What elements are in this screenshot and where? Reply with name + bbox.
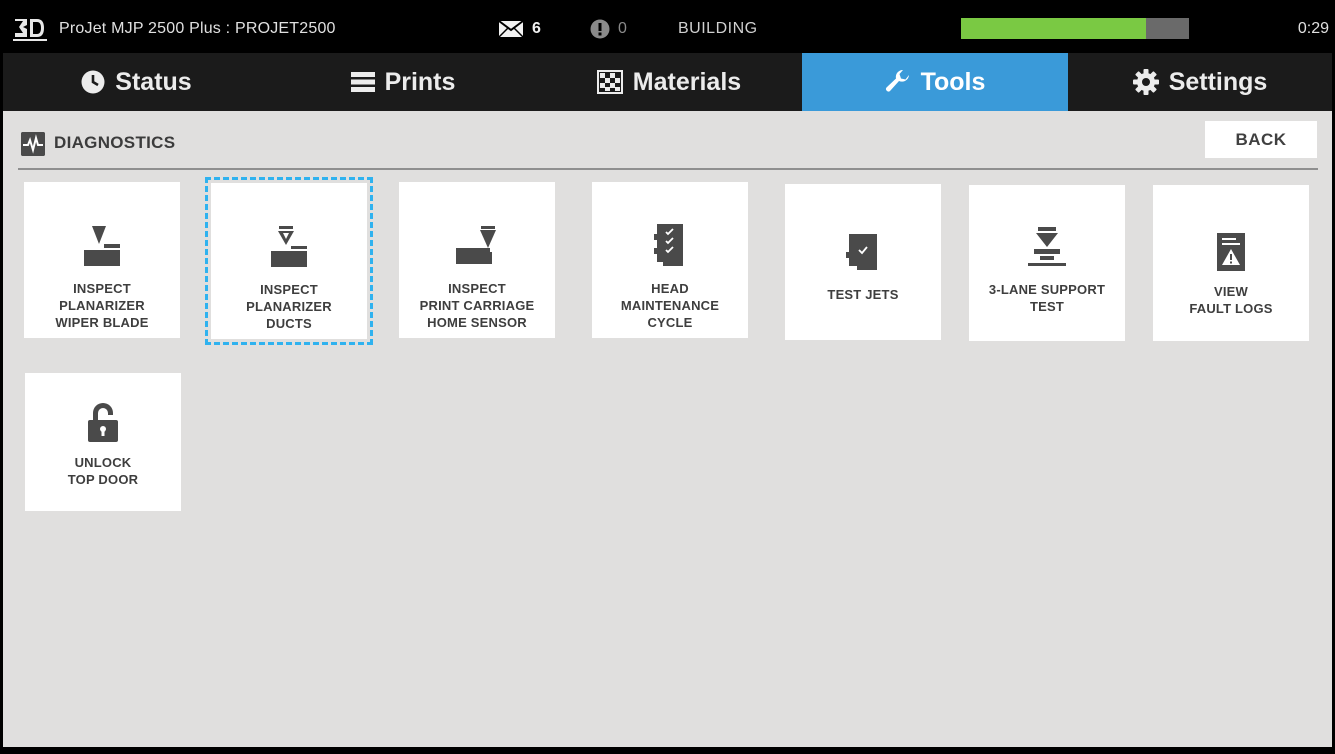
checkerboard-icon	[596, 70, 623, 94]
main-tabs: Status Prints Materials Tools Settings	[3, 53, 1332, 111]
unlock-icon	[88, 403, 118, 442]
tile-label: VIEW FAULT LOGS	[1189, 284, 1273, 316]
tile-inspect-print-carriage-home-sensor[interactable]: INSPECT PRINT CARRIAGE HOME SENSOR	[399, 182, 555, 338]
back-button[interactable]: BACK	[1205, 121, 1317, 158]
tab-prints[interactable]: Prints	[270, 53, 536, 111]
exclamation-circle-icon	[590, 19, 610, 39]
printer-state: BUILDING	[678, 20, 758, 37]
alerts-indicator[interactable]: 0	[590, 18, 627, 40]
tile-label: TEST JETS	[827, 287, 899, 302]
tab-tools-label: Tools	[920, 67, 986, 96]
tile-label: HEAD MAINTENANCE CYCLE	[620, 281, 720, 330]
support-test-icon	[1028, 227, 1066, 266]
tab-status-label: Status	[115, 67, 192, 96]
planarizer-ducts-icon	[271, 226, 307, 267]
tile-label: INSPECT PLANARIZER WIPER BLADE	[55, 281, 149, 330]
tile-label: INSPECT PRINT CARRIAGE HOME SENSOR	[419, 281, 535, 330]
tab-materials[interactable]: Materials	[536, 53, 802, 111]
head-checklist-icon	[654, 224, 683, 266]
tile-head-maintenance-cycle[interactable]: HEAD MAINTENANCE CYCLE	[592, 182, 748, 338]
touchscreen-frame: ProJet MJP 2500 Plus : PROJET2500 6 0 BU…	[0, 0, 1335, 754]
tile-label: 3-LANE SUPPORT TEST	[988, 282, 1106, 314]
tile-view-fault-logs[interactable]: VIEW FAULT LOGS	[1153, 185, 1309, 341]
build-progress-fill	[961, 18, 1146, 39]
wrench-icon	[885, 69, 909, 92]
messages-indicator[interactable]: 6	[498, 18, 541, 40]
section-title: DIAGNOSTICS	[54, 133, 176, 152]
tab-settings-label: Settings	[1168, 67, 1268, 96]
tab-status[interactable]: Status	[3, 53, 270, 111]
messages-count: 6	[532, 20, 541, 37]
tab-materials-label: Materials	[632, 67, 742, 96]
envelope-icon	[498, 20, 524, 38]
3d-systems-logo-icon	[13, 19, 47, 41]
pulse-icon	[21, 132, 45, 156]
alerts-count: 0	[618, 20, 627, 37]
gear-icon	[1132, 69, 1159, 95]
tab-tools[interactable]: Tools	[802, 53, 1068, 111]
tile-unlock-top-door[interactable]: UNLOCK TOP DOOR	[25, 373, 181, 511]
build-progress-bar	[961, 18, 1189, 39]
section-divider	[18, 168, 1318, 170]
status-bar: ProJet MJP 2500 Plus : PROJET2500 6 0 BU…	[3, 3, 1332, 53]
tile-3-lane-support-test[interactable]: 3-LANE SUPPORT TEST	[969, 185, 1125, 341]
tile-label: INSPECT PLANARIZER DUCTS	[246, 282, 332, 331]
planarizer-wiper-icon	[84, 226, 120, 266]
build-time: 0:29	[1297, 20, 1329, 37]
test-jets-icon	[846, 234, 877, 270]
printer-title: ProJet MJP 2500 Plus : PROJET2500	[59, 20, 336, 37]
tile-label: UNLOCK TOP DOOR	[67, 455, 139, 487]
tile-test-jets[interactable]: TEST JETS	[785, 184, 941, 340]
list-icon	[350, 72, 375, 92]
tile-inspect-planarizer-ducts[interactable]: INSPECT PLANARIZER DUCTS	[211, 183, 367, 339]
tab-prints-label: Prints	[384, 67, 456, 96]
tab-settings[interactable]: Settings	[1068, 53, 1332, 111]
diagnostics-panel: DIAGNOSTICS BACK INSPECT PLANARIZER WIPE…	[3, 111, 1332, 747]
tile-inspect-planarizer-wiper-blade[interactable]: INSPECT PLANARIZER WIPER BLADE	[24, 182, 180, 338]
fault-log-icon	[1217, 233, 1245, 271]
carriage-sensor-icon	[456, 226, 496, 264]
clock-icon	[81, 70, 105, 94]
